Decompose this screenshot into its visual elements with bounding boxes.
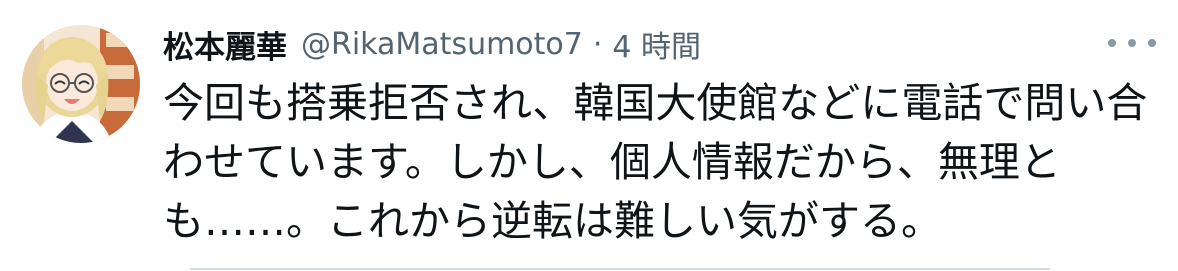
separator-dot: ·	[592, 26, 603, 62]
user-handle[interactable]: @RikaMatsumoto7	[301, 27, 583, 62]
display-name[interactable]: 松本麗華	[163, 22, 287, 67]
timestamp[interactable]: 4 時間	[612, 22, 701, 66]
more-options-button[interactable]	[1104, 31, 1160, 55]
avatar[interactable]	[22, 25, 140, 143]
avatar-illustration	[22, 25, 140, 143]
divider	[190, 268, 1050, 270]
tweet-header: 松本麗華 @RikaMatsumoto7 · 4 時間	[163, 18, 701, 70]
tweet-text: 今回も搭乗拒否され、韓国大使館などに電話で問い合わせています。しかし、個人情報だ…	[163, 79, 1148, 245]
tweet[interactable]: 松本麗華 @RikaMatsumoto7 · 4 時間 今回も搭乗拒否され、韓国…	[0, 0, 1178, 271]
more-horizontal-icon	[1108, 39, 1156, 47]
